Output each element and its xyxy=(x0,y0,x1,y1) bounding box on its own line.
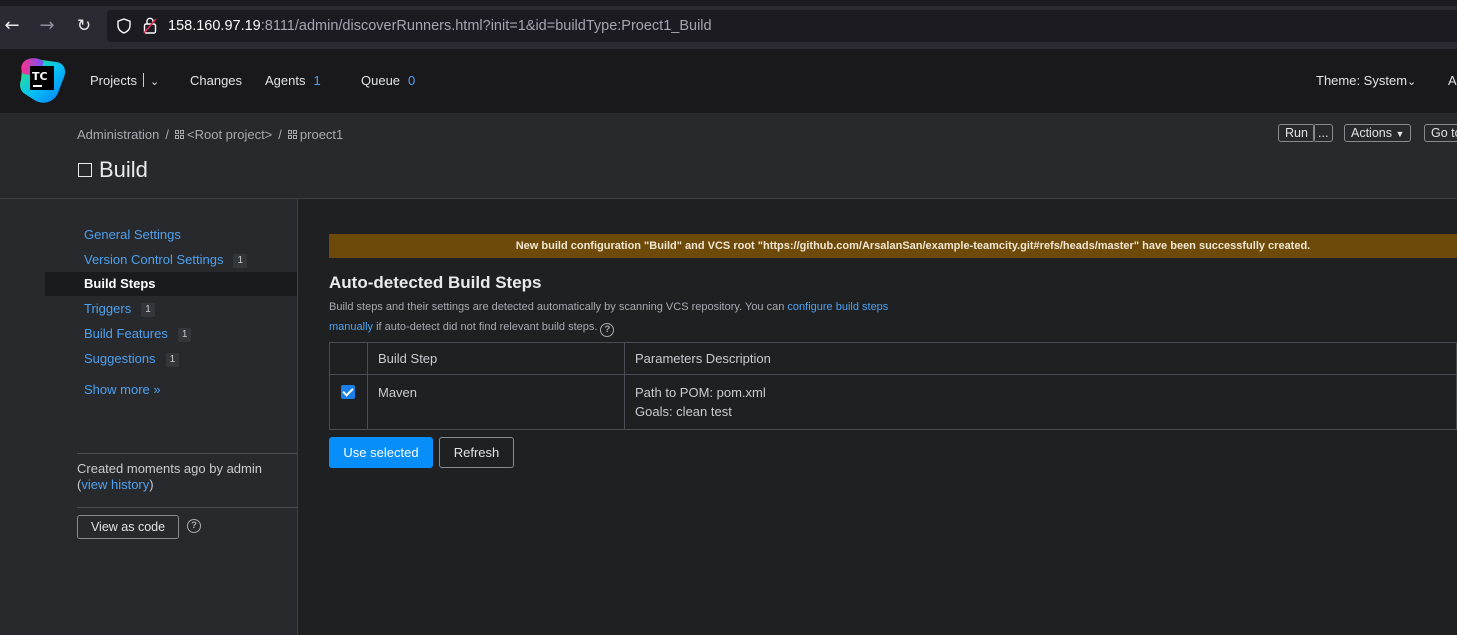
back-arrow-icon[interactable]: ← xyxy=(2,16,22,36)
step-checkbox[interactable] xyxy=(341,385,355,399)
breadcrumb-administration[interactable]: Administration xyxy=(77,127,159,142)
breadcrumb-separator: / xyxy=(165,127,169,142)
projects-divider xyxy=(142,73,144,87)
chevron-down-icon[interactable]: ⌄ xyxy=(150,76,159,88)
app-header: TC Projects ⌄ Changes Agents 1 Queue 0 Them… xyxy=(0,49,1457,113)
parameter-line: Path to POM: pom.xml xyxy=(635,385,766,400)
sidebar-item-triggers[interactable]: Triggers 1 xyxy=(45,297,297,321)
sidebar-item-version-control-settings[interactable]: Version Control Settings 1 xyxy=(45,248,297,272)
sidebar-item-general-settings[interactable]: General Settings xyxy=(45,223,297,247)
view-as-code-button[interactable]: View as code xyxy=(77,515,179,539)
goto-button[interactable]: Go to xyxy=(1424,124,1457,142)
count-badge: 1 xyxy=(233,254,248,268)
table-cell-parameters: Path to POM: pom.xml Goals: clean test xyxy=(624,374,1457,430)
address-bar[interactable]: 158.160.97.19:8111/admin/discoverRunners… xyxy=(107,10,1457,42)
created-info: Created moments ago by admin (view histo… xyxy=(77,461,262,493)
configure-manually-link[interactable]: manually xyxy=(329,321,373,333)
projects-menu[interactable]: Projects ⌄ xyxy=(90,73,159,88)
user-menu[interactable]: A xyxy=(1448,73,1457,88)
view-history-link[interactable]: view history xyxy=(81,477,149,492)
breadcrumb-separator: / xyxy=(278,127,282,142)
desc-text: if auto-detect did not find relevant bui… xyxy=(373,321,598,333)
logo-text: TC xyxy=(32,70,48,83)
sidebar-item-label[interactable]: General Settings xyxy=(84,227,181,242)
view-history-line: (view history) xyxy=(77,477,154,492)
table-header-build-step: Build Step xyxy=(367,342,625,375)
nav-agents-label[interactable]: Agents xyxy=(265,73,305,88)
divider xyxy=(77,507,297,508)
table-header-select xyxy=(329,342,368,375)
theme-selector[interactable]: Theme: System⌄ xyxy=(1316,73,1416,88)
page-title: Build xyxy=(78,157,148,183)
actions-label[interactable]: Actions xyxy=(1351,126,1392,140)
page-header: Administration / <Root project> / proect1 Bu… xyxy=(0,113,1457,199)
theme-label[interactable]: Theme: System xyxy=(1316,73,1407,88)
chevron-down-icon[interactable]: ⌄ xyxy=(1407,76,1416,88)
reload-icon[interactable]: ↻ xyxy=(74,16,94,36)
parameter-line: Goals: clean test xyxy=(635,404,732,419)
desc-text: Build steps and their settings are detec… xyxy=(329,301,788,313)
projects-label[interactable]: Projects xyxy=(90,73,137,88)
url-text: 158.160.97.19:8111/admin/discoverRunners… xyxy=(168,18,712,34)
build-config-icon xyxy=(78,163,92,177)
nav-queue[interactable]: Queue 0 xyxy=(361,73,415,88)
help-icon[interactable]: ? xyxy=(600,323,615,337)
forward-arrow-icon[interactable]: → xyxy=(37,16,57,36)
count-badge: 1 xyxy=(165,353,180,367)
count-badge: 1 xyxy=(177,328,192,342)
sidebar-item-label[interactable]: Build Steps xyxy=(84,276,156,291)
browser-toolbar: ← → ↻ 158.160.97.19:8111/admin/discoverR… xyxy=(0,0,1457,49)
insecure-lock-icon[interactable] xyxy=(143,17,157,34)
run-button[interactable]: Run xyxy=(1278,124,1315,142)
teamcity-logo[interactable]: TC xyxy=(18,56,68,106)
page-title-text: Build xyxy=(99,157,148,182)
breadcrumb-root-project[interactable]: <Root project> xyxy=(187,127,272,142)
divider xyxy=(77,453,297,454)
refresh-button[interactable]: Refresh xyxy=(439,437,514,468)
queue-count[interactable]: 0 xyxy=(408,73,415,88)
success-banner: New build configuration "Build" and VCS … xyxy=(329,234,1457,258)
sidebar-item-suggestions[interactable]: Suggestions 1 xyxy=(45,347,297,371)
run-options-button[interactable]: ... xyxy=(1313,124,1334,142)
count-badge: 1 xyxy=(141,303,155,317)
caret-down-icon[interactable]: ▼ xyxy=(1395,129,1404,139)
table-row: Maven Path to POM: pom.xml Goals: clean … xyxy=(329,374,1457,430)
show-more-link[interactable]: Show more » xyxy=(45,378,297,402)
configure-build-steps-link[interactable]: configure build steps xyxy=(787,301,888,313)
breadcrumb: Administration / <Root project> / proect1 xyxy=(77,127,343,142)
section-title: Auto-detected Build Steps xyxy=(329,273,542,292)
table-cell-step: Maven xyxy=(367,374,625,430)
build-steps-table: Build Step Parameters Description Maven … xyxy=(329,342,1457,430)
use-selected-button[interactable]: Use selected xyxy=(329,437,433,468)
table-cell-select xyxy=(329,374,368,430)
sidebar-item-label[interactable]: Version Control Settings xyxy=(84,252,223,267)
created-text: Created moments ago by admin xyxy=(77,461,262,476)
sidebar-item-label[interactable]: Build Features xyxy=(84,326,168,341)
nav-changes[interactable]: Changes xyxy=(190,73,242,88)
table-header-row: Build Step Parameters Description xyxy=(329,342,1457,375)
actions-button[interactable]: Actions ▼ xyxy=(1344,124,1412,142)
section-description: Build steps and their settings are detec… xyxy=(329,297,939,337)
sidebar-item-label[interactable]: Triggers xyxy=(84,301,131,316)
help-icon[interactable]: ? xyxy=(187,519,201,533)
table-header-parameters: Parameters Description xyxy=(624,342,1457,375)
project-icon xyxy=(175,130,184,139)
shield-icon[interactable] xyxy=(117,18,131,34)
project-icon xyxy=(287,130,297,139)
sidebar-item-build-steps[interactable]: Build Steps xyxy=(45,272,297,296)
settings-sidebar: General Settings Version Control Setting… xyxy=(0,199,298,635)
breadcrumb-proect1[interactable]: proect1 xyxy=(300,127,343,142)
nav-queue-label[interactable]: Queue xyxy=(361,73,400,88)
sidebar-item-label[interactable]: Suggestions xyxy=(84,351,156,366)
nav-agents[interactable]: Agents 1 xyxy=(265,73,321,88)
agents-count[interactable]: 1 xyxy=(313,73,320,88)
sidebar-item-build-features[interactable]: Build Features 1 xyxy=(45,322,297,346)
